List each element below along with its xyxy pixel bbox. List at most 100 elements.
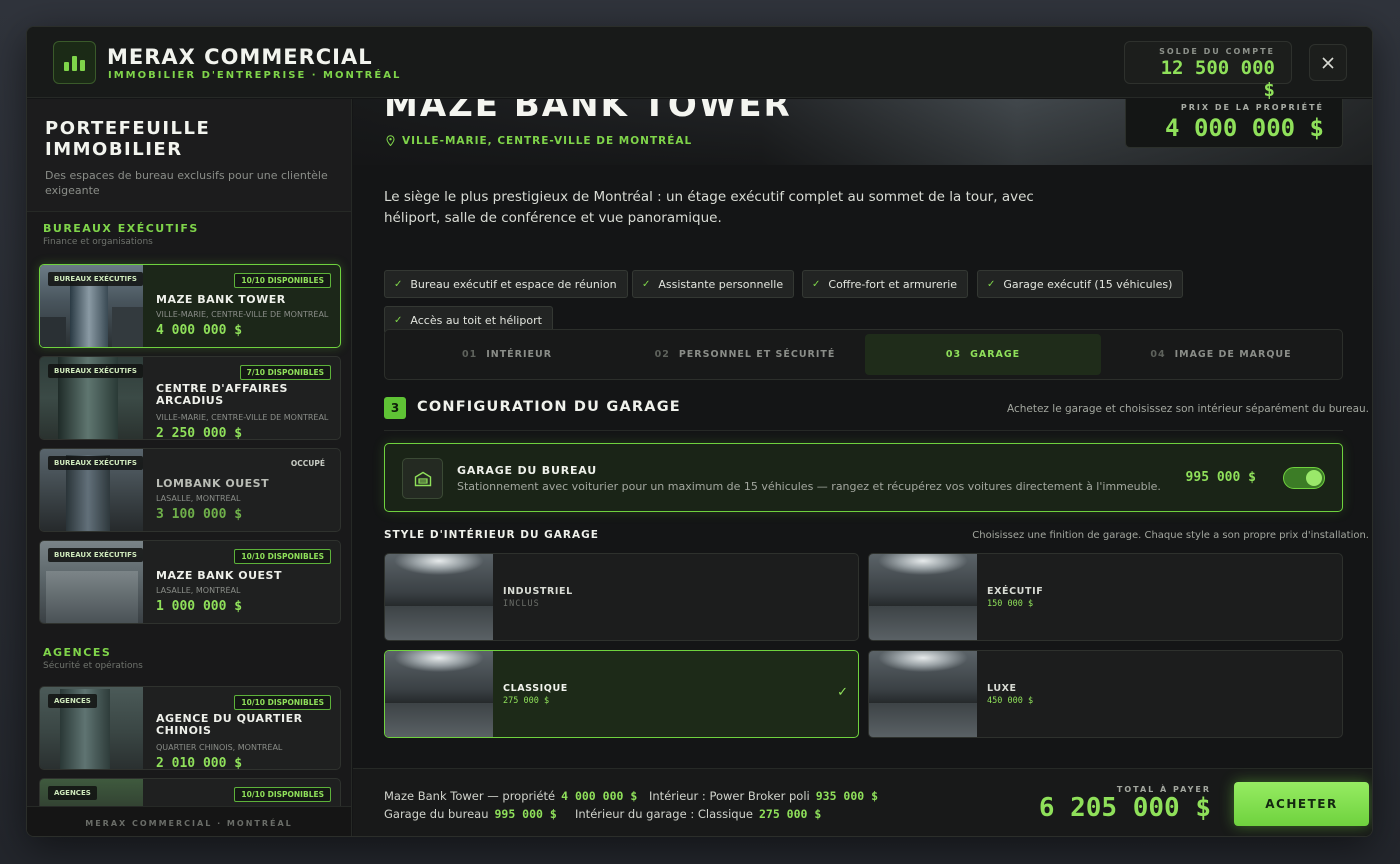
sidebar-description: Des espaces de bureau exclusifs pour une… — [45, 169, 328, 197]
property-location: LASALLE, MONTRÉAL — [156, 494, 241, 503]
style-name: EXÉCUTIF — [987, 586, 1044, 597]
category-tag: BUREAUX EXÉCUTIFS — [48, 548, 143, 562]
garage-description: Stationnement avec voiturier pour un max… — [457, 480, 1161, 493]
step-number: 3 — [384, 397, 406, 419]
property-card-arcadius[interactable]: BUREAUX EXÉCUTIFS 7/10 DISPONIBLES CENTR… — [39, 356, 341, 440]
property-price: 3 100 000 $ — [156, 507, 243, 522]
summary-label: Maze Bank Tower — propriété — [384, 789, 556, 803]
style-price: 150 000 $ — [987, 599, 1034, 609]
close-icon — [1322, 56, 1334, 69]
tab-number: 03 — [945, 349, 962, 360]
sidebar-header: PORTEFEUILLE IMMOBILIER Des espaces de b… — [27, 99, 351, 212]
property-location: LASALLE, MONTRÉAL — [156, 586, 241, 595]
availability-badge: 10/10 DISPONIBLES — [234, 549, 331, 564]
section-subtitle: Finance et organisations — [43, 237, 153, 247]
tab-garage[interactable]: 03 GARAGE — [865, 334, 1101, 375]
summary-value: 935 000 $ — [815, 789, 879, 803]
top-bar: MERAX COMMERCIAL IMMOBILIER D'ENTREPRISE… — [27, 27, 1372, 101]
summary-label: Intérieur : Power Broker poli — [649, 789, 810, 803]
style-price: 450 000 $ — [987, 696, 1034, 706]
property-name: LOMBANK OUEST — [156, 477, 270, 490]
summary-line: Intérieur : Power Broker poli 935 000 $ — [649, 789, 878, 803]
tab-interieur[interactable]: 01 INTÉRIEUR — [389, 334, 625, 375]
feature-label: Accès au toit et héliport — [410, 313, 542, 327]
section-subtitle: Sécurité et opérations — [43, 661, 143, 671]
style-section-title: STYLE D'INTÉRIEUR DU GARAGE — [384, 529, 599, 541]
feature-label: Assistante personnelle — [658, 277, 784, 291]
property-card-maze-bank-tower[interactable]: BUREAUX EXÉCUTIFS 10/10 DISPONIBLES MAZE… — [39, 264, 341, 348]
app-window: MERAX COMMERCIAL IMMOBILIER D'ENTREPRISE… — [26, 26, 1373, 837]
summary-line: Intérieur du garage : Classique 275 000 $ — [575, 807, 821, 821]
tab-number: 02 — [654, 349, 670, 360]
garage-price: 995 000 $ — [1185, 470, 1256, 485]
garage-icon — [402, 458, 443, 499]
price-label: PRIX DE LA PROPRIÉTÉ — [1180, 103, 1324, 112]
property-price: 4 000 000 $ — [156, 323, 243, 338]
garage-style-industriel[interactable]: INDUSTRIEL INCLUS — [384, 553, 859, 641]
config-title: CONFIGURATION DU GARAGE — [417, 399, 681, 415]
category-tag: AGENCES — [48, 694, 97, 708]
feature-chip: ✓ Bureau exécutif et espace de réunion — [384, 270, 628, 298]
property-card-agence-quartier-chinois[interactable]: AGENCES 10/10 DISPONIBLES AGENCE DU QUAR… — [39, 686, 341, 770]
style-name: INDUSTRIEL — [503, 586, 573, 597]
category-tag: BUREAUX EXÉCUTIFS — [48, 456, 143, 470]
summary-value: 275 000 $ — [758, 807, 822, 821]
tab-image-de-marque[interactable]: 04 IMAGE DE MARQUE — [1103, 334, 1339, 375]
property-location: QUARTIER CHINOIS, MONTRÉAL — [156, 743, 283, 752]
check-icon: ✓ — [812, 278, 821, 290]
close-button[interactable] — [1309, 44, 1347, 81]
section-header: AGENCES Sécurité et opérations — [27, 646, 143, 671]
garage-style-executif[interactable]: EXÉCUTIF 150 000 $ — [868, 553, 1343, 641]
summary-label: Intérieur du garage : Classique — [575, 807, 753, 821]
summary-label: Garage du bureau — [384, 807, 489, 821]
feature-chip: ✓ Coffre-fort et armurerie — [802, 270, 969, 298]
style-name: CLASSIQUE — [503, 683, 568, 694]
category-tag: BUREAUX EXÉCUTIFS — [48, 364, 143, 378]
tab-label: IMAGE DE MARQUE — [1174, 349, 1292, 360]
property-title: MAZE BANK TOWER — [384, 99, 792, 125]
map-pin-icon — [386, 135, 395, 147]
category-tag: BUREAUX EXÉCUTIFS — [48, 272, 143, 286]
tab-label: INTÉRIEUR — [486, 349, 553, 360]
property-location: VILLE-MARIE, CENTRE-VILLE DE MONTRÉAL — [402, 135, 693, 147]
tab-number: 04 — [1150, 349, 1166, 360]
property-location-line: VILLE-MARIE, CENTRE-VILLE DE MONTRÉAL — [386, 135, 692, 147]
tab-personnel-securite[interactable]: 02 PERSONNEL ET SÉCURITÉ — [627, 334, 863, 375]
summary-line: Maze Bank Tower — propriété 4 000 000 $ — [384, 789, 637, 803]
summary-value: 995 000 $ — [494, 807, 557, 821]
main-panel: MAZE BANK TOWER VILLE-MARIE, CENTRE-VILL… — [353, 99, 1372, 836]
style-price: INCLUS — [503, 599, 540, 609]
sidebar-title: PORTEFEUILLE IMMOBILIER — [45, 118, 211, 160]
property-location: VILLE-MARIE, CENTRE-VILLE DE MONTRÉAL — [156, 413, 329, 422]
garage-toggle[interactable] — [1283, 467, 1325, 489]
property-price: 4 000 000 $ — [1165, 114, 1324, 142]
property-card-maze-bank-ouest[interactable]: BUREAUX EXÉCUTIFS 10/10 DISPONIBLES MAZE… — [39, 540, 341, 624]
sidebar: PORTEFEUILLE IMMOBILIER Des espaces de b… — [27, 99, 352, 836]
style-thumbnail — [869, 651, 977, 737]
purchase-footer: Maze Bank Tower — propriété 4 000 000 $ I… — [353, 768, 1372, 836]
feature-label: Coffre-fort et armurerie — [828, 277, 958, 291]
garage-style-classique[interactable]: CLASSIQUE 275 000 $ ✓ — [384, 650, 859, 738]
style-name: LUXE — [987, 683, 1017, 694]
property-card-lombank-ouest[interactable]: BUREAUX EXÉCUTIFS OCCUPÉ LOMBANK OUEST L… — [39, 448, 341, 532]
property-name: MAZE BANK TOWER — [156, 293, 286, 306]
balance-label: SOLDE DU COMPTE — [1159, 47, 1275, 56]
availability-badge: 7/10 DISPONIBLES — [239, 365, 331, 380]
summary-value: 4 000 000 $ — [561, 789, 638, 803]
feature-chip: ✓ Garage exécutif (15 véhicules) — [977, 270, 1184, 298]
check-icon: ✓ — [394, 278, 403, 290]
config-hint: Achetez le garage et choisissez son inté… — [1006, 403, 1369, 415]
tab-label: PERSONNEL ET SÉCURITÉ — [678, 349, 836, 360]
buy-button[interactable]: ACHETER — [1234, 782, 1369, 826]
style-section-hint: Choisissez une finition de garage. Chaqu… — [972, 530, 1369, 541]
app-subtitle: IMMOBILIER D'ENTREPRISE · MONTRÉAL — [108, 70, 402, 81]
total-value: 6 205 000 $ — [1038, 793, 1211, 823]
bar-chart-logo-icon — [53, 41, 96, 84]
sidebar-footer: MERAX COMMERCIAL · MONTRÉAL — [27, 806, 351, 836]
availability-badge: 10/10 DISPONIBLES — [234, 787, 331, 802]
feature-label: Garage exécutif (15 véhicules) — [1003, 277, 1173, 291]
style-thumbnail — [385, 554, 493, 640]
garage-style-luxe[interactable]: LUXE 450 000 $ — [868, 650, 1343, 738]
check-icon: ✓ — [987, 278, 996, 290]
garage-option[interactable]: GARAGE DU BUREAU Stationnement avec voit… — [384, 443, 1343, 512]
